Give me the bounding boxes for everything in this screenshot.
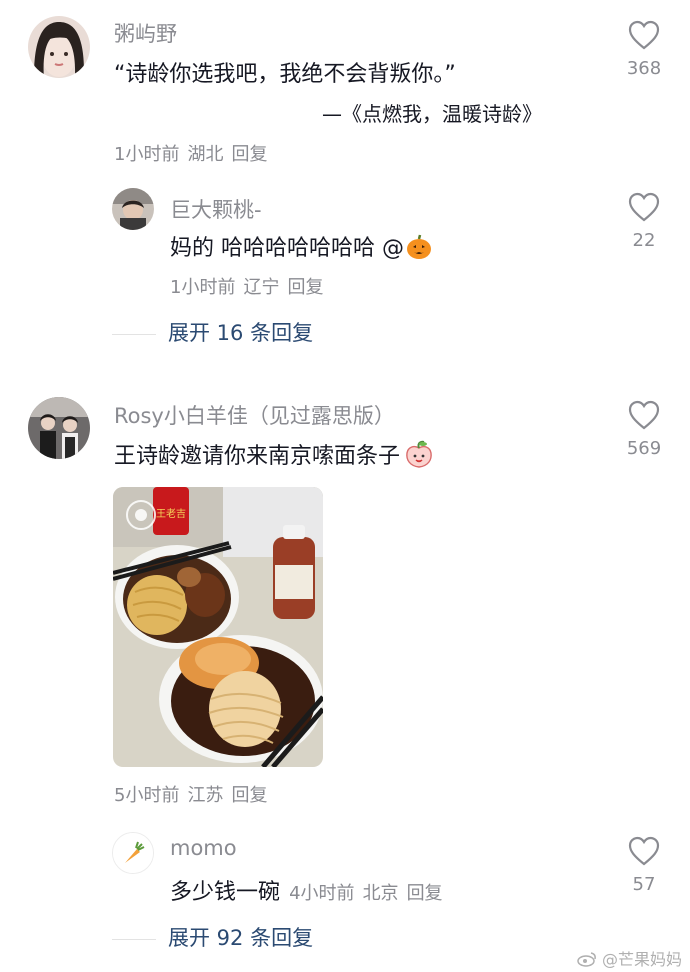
reply-text: 多少钱一碗 — [170, 880, 281, 905]
comment-location: 江苏 — [187, 785, 224, 806]
like-count: 569 — [626, 438, 662, 459]
like-count: 22 — [632, 230, 656, 251]
avatar[interactable] — [28, 16, 90, 78]
comment-text: 王诗龄邀请你来南京嗦面条子 — [114, 438, 434, 470]
comment-meta: 5小时前 江苏 回复 — [114, 781, 267, 807]
reply-text-content: 妈的 哈哈哈哈哈哈哈 @ — [170, 236, 404, 261]
carrot-icon — [113, 833, 153, 873]
reply-time: 1小时前 — [170, 277, 236, 298]
comment-time: 1小时前 — [114, 144, 180, 165]
comment-text: “诗龄你选我吧，我绝不会背叛你。” — [114, 62, 456, 87]
reply-location: 辽宁 — [243, 277, 280, 298]
divider — [112, 938, 156, 940]
avatar[interactable] — [112, 188, 154, 230]
reply-meta: 4小时前 北京 回复 — [289, 883, 442, 904]
divider — [112, 333, 156, 335]
comment-text-content: 王诗龄邀请你来南京嗦面条子 — [114, 444, 401, 469]
reply-text: 妈的 哈哈哈哈哈哈哈 @ — [170, 230, 432, 262]
heart-outline-icon — [628, 836, 660, 866]
comment-username[interactable]: Rosy小白羊佳（见过露思版） — [114, 400, 395, 430]
reply-line: 多少钱一碗 4小时前 北京 回复 — [170, 874, 443, 906]
comment-time: 5小时前 — [114, 785, 180, 806]
heart-outline-icon — [628, 400, 660, 430]
reply-location: 北京 — [362, 883, 399, 904]
expand-replies-label[interactable]: 展开 92 条回复 — [168, 926, 313, 950]
can-label: 王老吉 — [156, 507, 186, 520]
comment-location: 湖北 — [187, 144, 224, 165]
reply-button[interactable]: 回复 — [287, 277, 323, 298]
comment-username[interactable]: 粥屿野 — [114, 18, 177, 48]
reply-time: 4小时前 — [289, 883, 355, 904]
peach-emoji-icon — [406, 440, 432, 468]
expand-replies-label[interactable]: 展开 16 条回复 — [168, 321, 313, 345]
heart-outline-icon — [628, 20, 660, 50]
pumpkin-emoji-icon — [407, 234, 431, 259]
like-button[interactable]: 569 — [614, 400, 674, 459]
expand-replies-button[interactable]: 展开 92 条回复 — [112, 922, 313, 952]
like-button[interactable]: 22 — [614, 192, 674, 251]
weibo-logo-icon — [577, 952, 596, 967]
avatar[interactable] — [28, 397, 90, 459]
reply-meta: 1小时前 辽宁 回复 — [170, 273, 323, 299]
watermark-text: @芒果妈妈 — [601, 950, 682, 969]
comment-photo[interactable]: 王老吉 — [113, 487, 323, 767]
avatar[interactable] — [112, 832, 154, 874]
comment-quote-source: —《点燃我，温暖诗龄》 — [322, 102, 542, 126]
watermark: @芒果妈妈 — [577, 946, 682, 970]
reply-button[interactable]: 回复 — [231, 785, 267, 806]
reply-button[interactable]: 回复 — [231, 144, 267, 165]
heart-outline-icon — [628, 192, 660, 222]
reply-button[interactable]: 回复 — [407, 883, 443, 904]
like-count: 368 — [626, 58, 662, 79]
reply-username[interactable]: momo — [170, 836, 237, 860]
comment-meta: 1小时前 湖北 回复 — [114, 140, 267, 166]
expand-replies-button[interactable]: 展开 16 条回复 — [112, 317, 313, 347]
reply-username[interactable]: 巨大颗桃- — [170, 194, 262, 224]
like-count: 57 — [632, 874, 656, 895]
like-button[interactable]: 57 — [614, 836, 674, 895]
like-button[interactable]: 368 — [614, 20, 674, 79]
